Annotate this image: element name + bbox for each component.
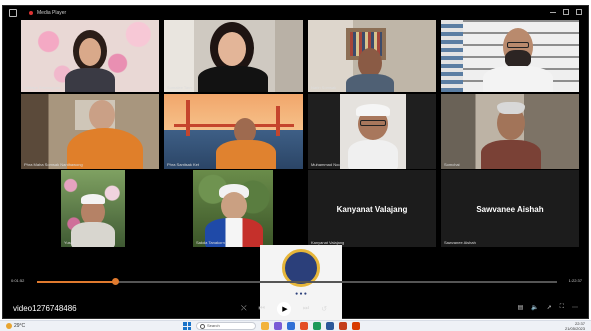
tile-participant-8: Somchai: [441, 94, 579, 169]
elapsed-time: 0:01:52: [11, 278, 25, 283]
repeat-icon[interactable]: ↺: [321, 305, 327, 313]
file-explorer-icon[interactable]: [261, 322, 269, 330]
maximize-button[interactable]: [563, 9, 569, 15]
start-button[interactable]: [183, 322, 191, 330]
clock-date: 21/05/2023: [564, 325, 585, 331]
tile-participant-12: Sawvanee Aishah Sawvanee Aishah: [441, 170, 579, 247]
taskbar: 29°C Search 22:37 21/05/2023: [0, 320, 591, 331]
play-icon: ▶: [282, 306, 288, 313]
tile-participant-5: Phra Maha Somsak Nanthawong: [21, 94, 159, 169]
total-time: 1:22:37: [568, 278, 582, 283]
tile-participant-1: Nattaya Sriwongpan: [21, 20, 159, 92]
taskbar-search[interactable]: Search: [196, 322, 256, 330]
close-button[interactable]: [576, 9, 582, 15]
next-icon[interactable]: ⏭: [303, 305, 309, 313]
play-button[interactable]: ▶: [276, 302, 291, 316]
title-bar: Media Player: [3, 6, 588, 20]
tile-participant-4: [441, 20, 579, 92]
video-filename: video1276748486: [13, 304, 77, 313]
participant-display-name: Kanyanat Valajang: [336, 204, 408, 214]
participant-name: Nattaya Sriwongpan: [24, 85, 61, 90]
media-player-window: Media Player Nattaya Sriwongpan Sumalee …: [2, 5, 589, 321]
powerpoint-icon[interactable]: [339, 322, 347, 330]
participant-name: Somchai: [444, 162, 460, 167]
sun-icon: [6, 323, 12, 329]
excel-icon[interactable]: [313, 322, 321, 330]
tile-participant-2: Sumalee Tarn: [164, 20, 303, 92]
tile-participant-3: Narin Somsak: [308, 20, 436, 92]
participant-display-name: Sawvanee Aishah: [476, 204, 544, 214]
player-options: ▤ 🔈 ➚ ⛶ ⋯: [518, 304, 578, 311]
weather-widget[interactable]: 29°C: [6, 323, 25, 329]
app-icon: [29, 11, 33, 15]
participant-name: Sakda Tanakorn: [196, 240, 225, 245]
tile-participant-6: Phra Santisak Ket: [164, 94, 303, 169]
logo-caption: ● ● ●: [295, 291, 307, 297]
home-icon[interactable]: [9, 9, 17, 17]
participant-name: Phra Santisak Ket: [167, 162, 200, 167]
chrome-icon[interactable]: [300, 322, 308, 330]
participant-name: Yusof: [64, 240, 75, 245]
media-player-icon[interactable]: [352, 322, 360, 330]
seek-handle[interactable]: [112, 278, 119, 285]
tile-participant-11: Kanyanat Valajang Kanyanat Valajang: [308, 170, 436, 247]
cast-icon[interactable]: ➚: [547, 304, 552, 311]
window-title: Media Player: [37, 10, 67, 16]
participant-name: Phra Maha Somsak Nanthawong: [24, 162, 83, 167]
participant-name: Narin Somsak: [311, 85, 337, 90]
participant-name: Sawvanee Aishah: [444, 240, 476, 245]
seek-bar-fill: [37, 281, 115, 283]
edge-icon[interactable]: [287, 322, 295, 330]
tile-participant-10: Sakda Tanakorn: [193, 170, 273, 247]
fullscreen-icon[interactable]: ⛶: [560, 304, 564, 311]
previous-icon[interactable]: ⏮: [259, 305, 265, 313]
shuffle-icon[interactable]: ⤬: [241, 305, 247, 313]
weather-temp: 29°C: [14, 323, 26, 329]
volume-icon[interactable]: 🔈: [531, 304, 538, 311]
tile-participant-7: Muhammad Noor: [308, 94, 436, 169]
system-tray[interactable]: 22:37 21/05/2023: [564, 321, 585, 331]
minimize-button[interactable]: [550, 9, 556, 13]
captions-icon[interactable]: ▤: [518, 304, 524, 311]
participant-name: Muhammad Noor: [311, 162, 342, 167]
teams-icon[interactable]: [274, 322, 282, 330]
seek-bar[interactable]: [37, 278, 557, 285]
word-icon[interactable]: [326, 322, 334, 330]
playback-controls: ⤬ ⏮ ▶ ⏭ ↺: [241, 302, 327, 316]
more-icon[interactable]: ⋯: [572, 304, 578, 311]
participant-name: Sumalee Tarn: [167, 85, 192, 90]
tile-participant-9: Yusof: [61, 170, 125, 247]
